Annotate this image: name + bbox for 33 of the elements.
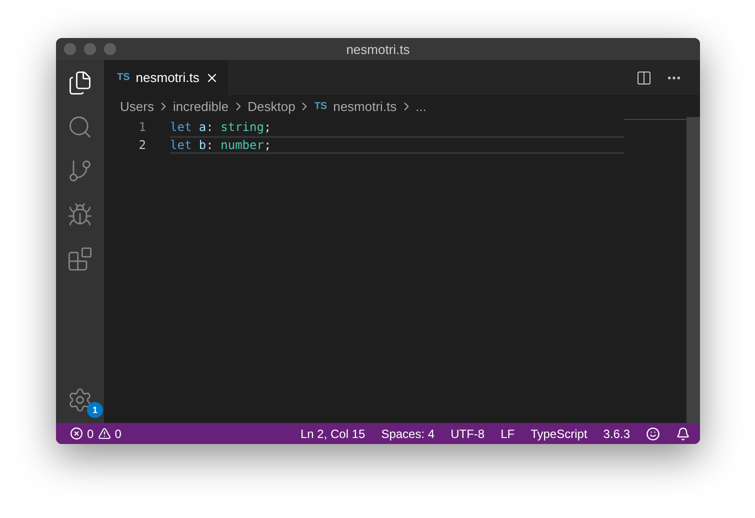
breadcrumb[interactable]: TS nesmotri.ts	[314, 98, 397, 114]
scrollbar[interactable]	[686, 117, 700, 423]
split-editor-icon[interactable]	[636, 70, 652, 86]
window-title: nesmotri.ts	[346, 42, 410, 56]
window-control[interactable]	[104, 43, 116, 55]
breadcrumb[interactable]: incredible	[172, 98, 229, 114]
window-control[interactable]	[84, 43, 96, 55]
editor-tab[interactable]: TS nesmotri.ts	[104, 60, 228, 95]
status-item[interactable]: Spaces: 4	[381, 426, 435, 440]
files-icon[interactable]	[67, 70, 93, 96]
status-item[interactable]: UTF-8	[450, 426, 485, 440]
breadcrumb[interactable]: Desktop	[248, 98, 296, 114]
settings-icon[interactable]	[67, 387, 93, 413]
status-item[interactable]: 3.6.3	[603, 426, 630, 440]
extensions-icon[interactable]	[67, 246, 93, 272]
search-icon[interactable]	[67, 114, 93, 140]
status-item[interactable]: TypeScript	[530, 426, 588, 440]
line-number: 1	[138, 120, 146, 134]
status-item[interactable]: Ln 2, Col 15	[300, 426, 366, 440]
breadcrumb[interactable]: ...	[416, 98, 427, 114]
bug-icon[interactable]	[67, 202, 93, 228]
status-item[interactable]: LF	[500, 426, 515, 440]
warning-icon	[98, 427, 111, 440]
problems-indicator[interactable]: 0 0	[70, 426, 122, 440]
error-icon	[70, 427, 83, 440]
branch-icon[interactable]	[67, 158, 93, 184]
line-number: 2	[138, 138, 146, 152]
breadcrumb[interactable]: Users	[120, 98, 154, 114]
smiley-icon[interactable]	[646, 426, 660, 440]
notification-badge: 1	[87, 402, 103, 418]
minimap-line	[624, 119, 686, 120]
window-control[interactable]	[64, 43, 76, 55]
bell-icon[interactable]	[676, 426, 690, 440]
